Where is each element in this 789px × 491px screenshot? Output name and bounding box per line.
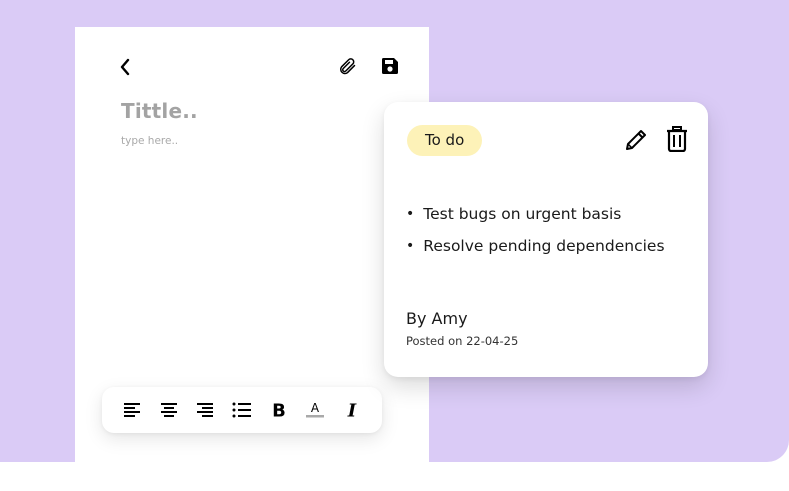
- text-color-button[interactable]: A: [302, 397, 328, 423]
- title-input[interactable]: Tittle..: [121, 99, 198, 123]
- trash-icon: [667, 126, 687, 152]
- posted-date: Posted on 22-04-25: [406, 334, 519, 348]
- paperclip-icon: [340, 58, 356, 75]
- save-button[interactable]: [378, 54, 402, 78]
- author-label: By Amy: [406, 309, 468, 328]
- formatting-toolbar: B A I: [102, 387, 382, 433]
- note-card: To do Test bugs on urgent basis Resolve …: [384, 102, 708, 377]
- body-input[interactable]: type here..: [121, 135, 178, 147]
- status-badge: To do: [407, 125, 483, 156]
- chevron-left-icon: [120, 58, 130, 76]
- bold-label: B: [272, 401, 286, 419]
- attach-button[interactable]: [335, 54, 359, 78]
- italic-icon: I: [346, 401, 356, 419]
- bullet-list-icon: [232, 402, 251, 418]
- todo-list: Test bugs on urgent basis Resolve pendin…: [406, 198, 665, 262]
- bold-icon: B: [272, 401, 286, 419]
- text-color-icon: A: [306, 401, 325, 418]
- align-right-button[interactable]: [192, 397, 218, 423]
- pencil-icon: [626, 130, 646, 150]
- bold-button[interactable]: B: [266, 397, 292, 423]
- list-item: Test bugs on urgent basis: [406, 198, 665, 230]
- align-left-button[interactable]: [119, 397, 145, 423]
- align-center-button[interactable]: [156, 397, 182, 423]
- bullet-list-button[interactable]: [229, 397, 255, 423]
- align-center-icon: [160, 403, 177, 417]
- list-item: Resolve pending dependencies: [406, 230, 664, 262]
- edit-button[interactable]: [622, 126, 650, 154]
- floppy-disk-icon: [382, 58, 398, 74]
- back-button[interactable]: [113, 55, 137, 79]
- delete-button[interactable]: [664, 124, 690, 154]
- italic-label: I: [346, 401, 356, 419]
- align-left-icon: [124, 403, 141, 417]
- text-color-label: A: [311, 401, 320, 415]
- align-right-icon: [197, 403, 214, 417]
- italic-button[interactable]: I: [339, 397, 365, 423]
